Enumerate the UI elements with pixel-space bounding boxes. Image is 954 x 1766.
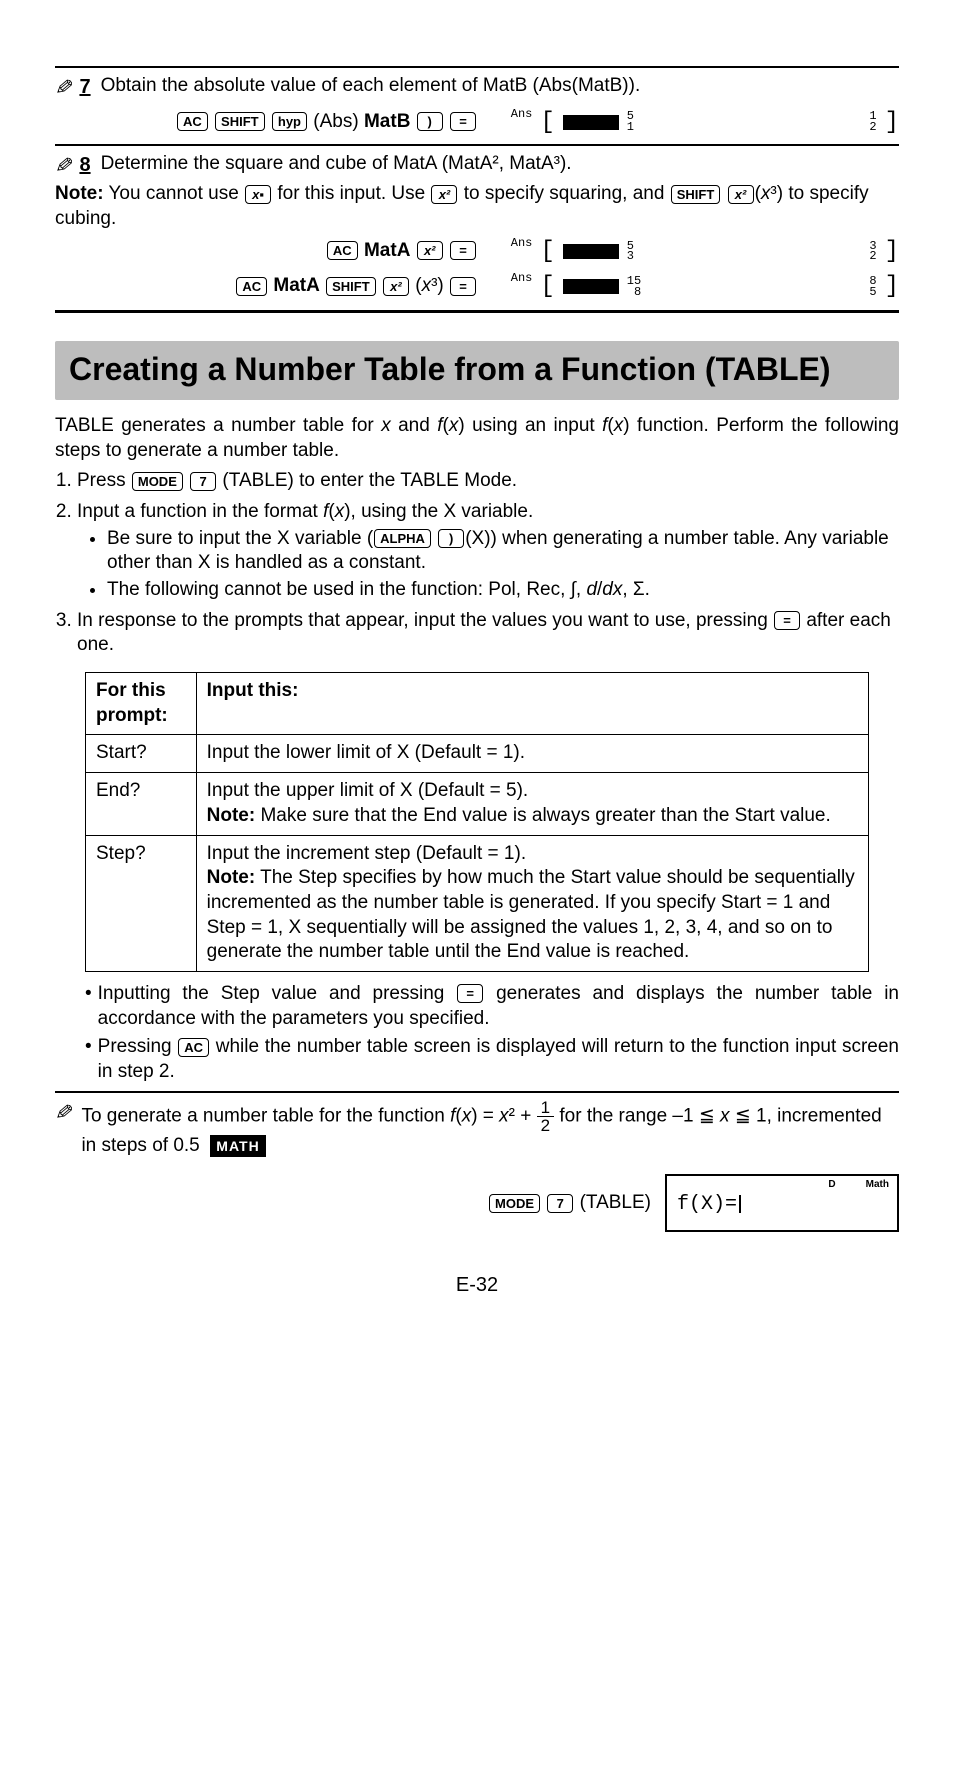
example-8: ✎ 8 Determine the square and cube of Mat… — [55, 152, 899, 313]
keyseq-table: MODE 7 (TABLE) — [488, 1191, 651, 1216]
key-alpha: ALPHA — [374, 529, 431, 548]
step-2-bullet-1: Be sure to input the X variable (ALPHA )… — [107, 527, 899, 576]
calculator-lcd: D Math f(X)= — [665, 1174, 899, 1232]
key-ac: AC — [177, 112, 208, 131]
key-equals: = — [457, 984, 483, 1003]
lcd-fx-text: f(X)= — [677, 1193, 737, 1216]
example-table: ✎ To generate a number table for the fun… — [55, 1099, 899, 1159]
key-x2: x² — [431, 185, 457, 204]
input-start: Input the lower limit of X (Default = 1)… — [196, 735, 868, 773]
note-line: Note: You cannot use x▪ for this input. … — [55, 182, 899, 231]
mata-label: MatA — [364, 240, 410, 261]
step-3: In response to the prompts that appear, … — [77, 609, 899, 658]
table-row: Start? Input the lower limit of X (Defau… — [86, 735, 869, 773]
abs-label: (Abs) — [313, 111, 358, 132]
step-2-bullet-2: The following cannot be used in the func… — [107, 578, 899, 603]
example-7: ✎ 7 Obtain the absolute value of each el… — [55, 66, 899, 146]
post-table-notes: • Inputting the Step value and pressing … — [55, 982, 899, 1085]
header-input: Input this: — [196, 673, 868, 735]
pencil-icon: ✎ — [54, 73, 75, 103]
key-paren: ) — [438, 529, 464, 548]
key-ac: AC — [178, 1038, 209, 1057]
key-mode: MODE — [132, 472, 183, 491]
prompts-table: For this prompt: Input this: Start? Inpu… — [85, 672, 869, 972]
key-shift: SHIFT — [215, 112, 265, 131]
step-2: Input a function in the format f(x), usi… — [77, 500, 899, 603]
page-number: E-32 — [55, 1272, 899, 1298]
key-hyp: hyp — [272, 112, 307, 131]
pencil-icon: ✎ — [54, 151, 75, 181]
lcd-display: Ans [ 53 — [511, 236, 634, 267]
lcd-d-indicator: D — [828, 1178, 835, 1191]
key-ac: AC — [327, 241, 358, 260]
lcd-display: Ans [ 51 — [511, 107, 634, 138]
step-1: Press MODE 7 (TABLE) to enter the TABLE … — [77, 469, 899, 494]
header-prompt: For this prompt: — [86, 673, 197, 735]
key-equals: = — [450, 277, 476, 296]
pencil-icon: ✎ — [54, 1098, 75, 1128]
key-7: 7 — [547, 1194, 573, 1213]
matb-label: MatB — [364, 111, 410, 132]
example-text: Obtain the absolute value of each elemen… — [101, 74, 641, 99]
input-end: Input the upper limit of X (Default = 5)… — [196, 773, 868, 835]
input-step: Input the increment step (Default = 1). … — [196, 835, 868, 971]
mata-label: MatA — [273, 275, 319, 296]
key-x2b: x² — [728, 185, 754, 204]
prompt-start: Start? — [86, 735, 197, 773]
example-number: 7 — [79, 74, 90, 100]
key-shift: SHIFT — [671, 185, 721, 204]
intro-paragraph: TABLE generates a number table for x and… — [55, 414, 899, 463]
key-mode: MODE — [489, 1194, 540, 1213]
section-header: Creating a Number Table from a Function … — [55, 341, 899, 400]
key-x2: x² — [383, 277, 409, 296]
math-badge: MATH — [210, 1135, 265, 1157]
key-x2: x² — [417, 241, 443, 260]
section-title: Creating a Number Table from a Function … — [69, 351, 885, 388]
prompt-end: End? — [86, 773, 197, 835]
key-equals: = — [450, 112, 476, 131]
lcd-math-indicator: Math — [866, 1178, 889, 1191]
key-equals: = — [774, 611, 800, 630]
steps-list: Press MODE 7 (TABLE) to enter the TABLE … — [55, 469, 899, 658]
prompt-step: Step? — [86, 835, 197, 971]
key-equals: = — [450, 241, 476, 260]
table-row: Step? Input the increment step (Default … — [86, 835, 869, 971]
key-ac: AC — [236, 277, 267, 296]
key-7: 7 — [190, 472, 216, 491]
example-number: 8 — [79, 152, 90, 178]
table-row: End? Input the upper limit of X (Default… — [86, 773, 869, 835]
key-paren: ) — [417, 112, 443, 131]
lcd-display: Ans [ 158 — [511, 271, 641, 302]
key-shift: SHIFT — [326, 277, 376, 296]
table-row: For this prompt: Input this: — [86, 673, 869, 735]
key-xpow: x▪ — [245, 185, 271, 204]
example-text: Determine the square and cube of MatA (M… — [101, 152, 572, 177]
